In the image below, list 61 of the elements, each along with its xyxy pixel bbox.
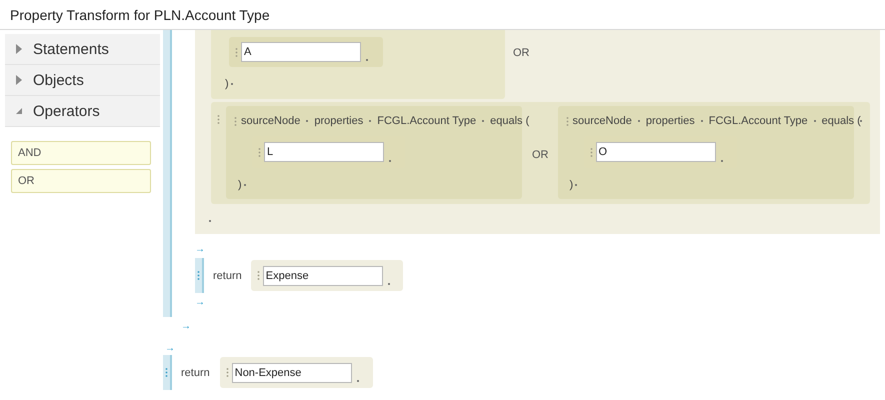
expression-token[interactable]: sourceNode bbox=[572, 115, 632, 127]
return-keyword: return bbox=[213, 270, 242, 282]
window-title: Property Transform for PLN.Account Type bbox=[10, 6, 270, 22]
drag-handle-icon[interactable] bbox=[590, 148, 592, 156]
separator-dot bbox=[209, 220, 211, 222]
separator-dot bbox=[720, 160, 722, 162]
separator-dot bbox=[575, 184, 578, 186]
expand-triangle-icon bbox=[15, 75, 23, 85]
drag-handle-icon[interactable] bbox=[217, 115, 220, 124]
drag-handle-icon[interactable] bbox=[234, 116, 237, 126]
close-paren: ) bbox=[570, 179, 574, 191]
separator-dot bbox=[388, 283, 390, 285]
drag-handle-icon[interactable] bbox=[226, 368, 229, 377]
return-keyword: return bbox=[181, 366, 210, 378]
close-paren: ) bbox=[238, 179, 242, 191]
collapse-triangle-icon bbox=[15, 107, 23, 115]
expression-token[interactable]: sourceNode bbox=[241, 115, 300, 127]
separator-dot bbox=[244, 184, 246, 186]
separator-dot bbox=[369, 120, 372, 122]
expand-triangle-icon bbox=[15, 44, 23, 54]
separator-dot bbox=[482, 120, 484, 122]
separator-dot bbox=[814, 120, 816, 122]
expression-token[interactable]: FCGL.Account Type bbox=[377, 115, 476, 127]
operator-label: OR bbox=[532, 149, 548, 161]
flow-arrow: → bbox=[181, 321, 192, 333]
separator-dot bbox=[638, 120, 640, 122]
flow-arrow: → bbox=[195, 244, 206, 256]
value-field[interactable]: A bbox=[241, 42, 361, 62]
separator-dot bbox=[230, 83, 233, 85]
drag-handle-icon[interactable] bbox=[197, 271, 200, 280]
separator-dot bbox=[389, 160, 391, 162]
expression-token[interactable]: equals ( bbox=[490, 115, 530, 127]
drag-handle-bar[interactable] bbox=[195, 258, 204, 293]
drag-handle-icon[interactable] bbox=[235, 48, 238, 56]
drag-handle-bar[interactable] bbox=[163, 355, 172, 390]
value-field[interactable]: Non-Expense bbox=[232, 362, 352, 382]
expression-token[interactable]: FCGL.Account Type bbox=[708, 115, 808, 127]
separator-dot bbox=[366, 59, 368, 61]
value-field[interactable]: Expense bbox=[262, 266, 383, 286]
drag-handle-icon[interactable] bbox=[566, 116, 568, 126]
accordion-header[interactable]: Objects bbox=[5, 65, 160, 96]
separator-dot bbox=[860, 120, 862, 122]
operator-item[interactable]: AND bbox=[11, 141, 151, 165]
accordion-header[interactable]: Operators bbox=[5, 96, 160, 127]
value-field[interactable]: L bbox=[264, 142, 384, 162]
operator-item[interactable]: OR bbox=[11, 169, 151, 193]
expression-token[interactable]: equals ( bbox=[822, 115, 861, 127]
separator-dot bbox=[306, 120, 308, 122]
accordion-header[interactable]: Statements bbox=[5, 34, 160, 65]
drag-handle-icon[interactable] bbox=[165, 368, 168, 377]
flow-arrow: → bbox=[195, 297, 206, 309]
drag-handle-icon[interactable] bbox=[258, 148, 261, 156]
separator-dot bbox=[356, 380, 359, 382]
operator-label: OR bbox=[513, 47, 530, 59]
expression-token[interactable]: properties bbox=[314, 115, 364, 127]
drag-handle-icon[interactable] bbox=[256, 271, 260, 280]
flow-arrow: → bbox=[165, 343, 176, 355]
value-field[interactable]: O bbox=[596, 142, 716, 162]
expression-token[interactable]: properties bbox=[646, 115, 695, 127]
close-paren: ) bbox=[225, 78, 229, 90]
separator-dot bbox=[700, 120, 703, 122]
